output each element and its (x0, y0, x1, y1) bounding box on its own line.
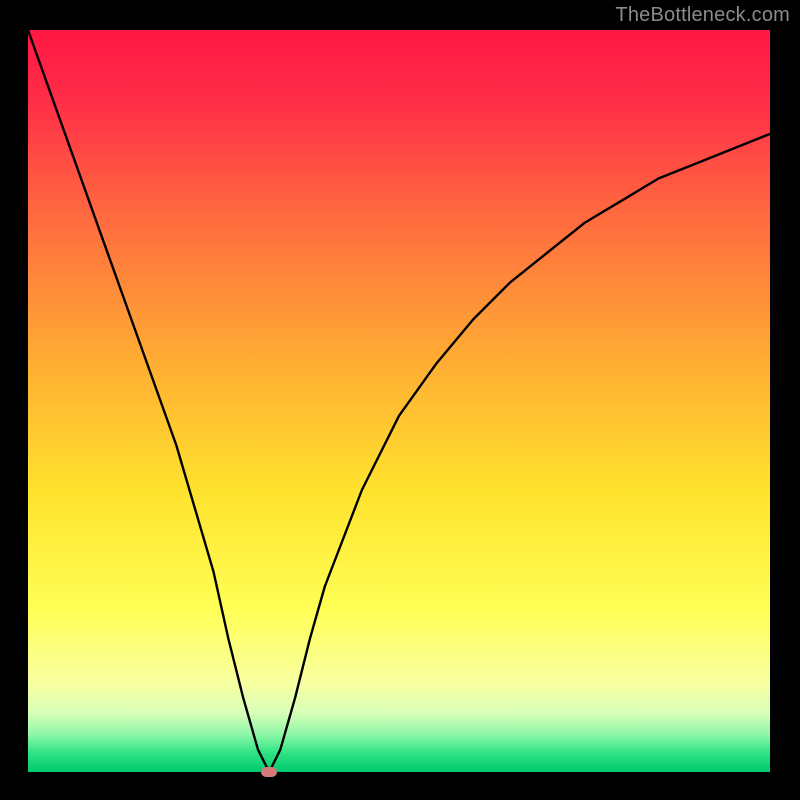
bottleneck-curve (28, 30, 770, 772)
chart-frame (28, 30, 770, 772)
optimal-point-marker (261, 767, 277, 777)
watermark-text: TheBottleneck.com (615, 4, 790, 27)
